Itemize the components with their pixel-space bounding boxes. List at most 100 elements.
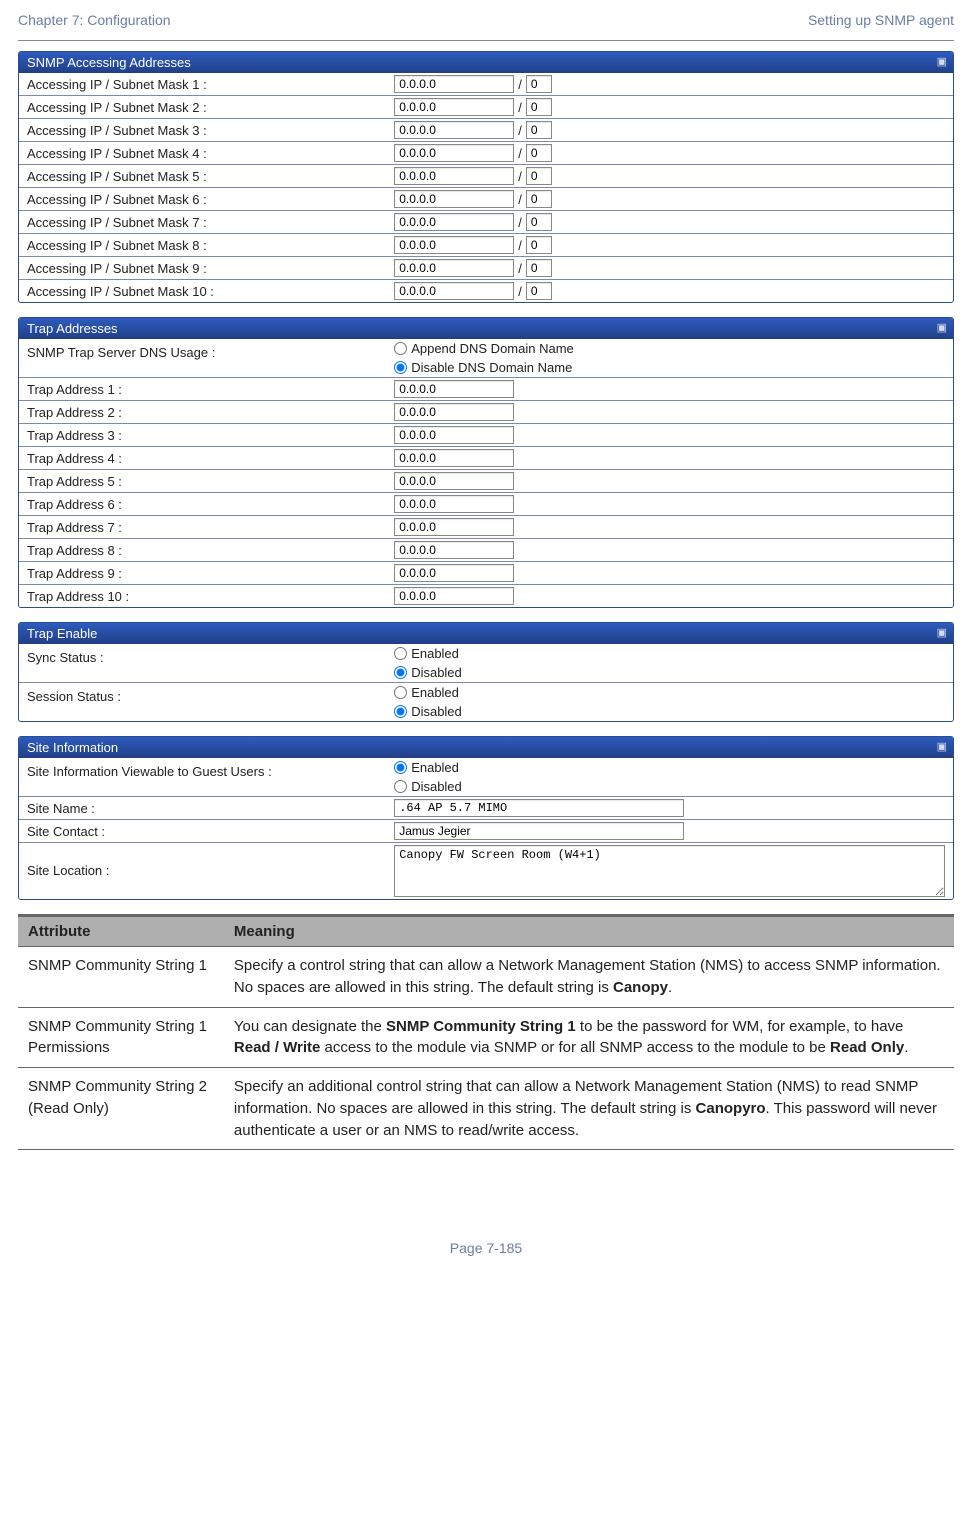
panel-title-snmp-accessing: SNMP Accessing Addresses ▣	[19, 52, 953, 73]
trap-address-input[interactable]	[394, 449, 514, 467]
accessing-ip-label: Accessing IP / Subnet Mask 1 :	[27, 77, 394, 92]
slash-separator: /	[518, 215, 522, 230]
dns-append-option[interactable]: Append DNS Domain Name	[394, 341, 574, 356]
trap-address-row: Trap Address 9 :	[19, 562, 953, 585]
trap-address-input[interactable]	[394, 587, 514, 605]
trap-address-label: Trap Address 6 :	[27, 497, 394, 512]
accessing-mask-input[interactable]	[526, 190, 552, 208]
site-viewable-enabled-radio[interactable]	[394, 761, 407, 774]
accessing-ip-input[interactable]	[394, 190, 514, 208]
trap-address-input[interactable]	[394, 380, 514, 398]
accessing-ip-row: Accessing IP / Subnet Mask 6 :/	[19, 188, 953, 211]
trap-address-rows: SNMP Trap Server DNS Usage : Append DNS …	[19, 339, 953, 607]
dns-append-radio[interactable]	[394, 342, 407, 355]
site-viewable-enabled-option[interactable]: Enabled	[394, 760, 459, 775]
dns-disable-radio[interactable]	[394, 361, 407, 374]
page-footer: Page 7-185	[18, 1240, 954, 1256]
accessing-mask-input[interactable]	[526, 144, 552, 162]
accessing-mask-input[interactable]	[526, 282, 552, 300]
sync-enabled-radio[interactable]	[394, 647, 407, 660]
session-disabled-radio[interactable]	[394, 705, 407, 718]
collapse-icon[interactable]: ▣	[937, 55, 947, 68]
accessing-ip-label: Accessing IP / Subnet Mask 10 :	[27, 284, 394, 299]
accessing-ip-row: Accessing IP / Subnet Mask 5 :/	[19, 165, 953, 188]
panel-snmp-accessing: SNMP Accessing Addresses ▣ Accessing IP …	[18, 51, 954, 303]
collapse-icon[interactable]: ▣	[937, 740, 947, 753]
site-location-input[interactable]: Canopy FW Screen Room (W4+1)	[394, 845, 945, 897]
accessing-ip-row: Accessing IP / Subnet Mask 4 :/	[19, 142, 953, 165]
accessing-mask-input[interactable]	[526, 259, 552, 277]
trap-address-label: Trap Address 4 :	[27, 451, 394, 466]
trap-address-label: Trap Address 5 :	[27, 474, 394, 489]
site-viewable-disabled-option[interactable]: Disabled	[394, 779, 462, 794]
accessing-ip-input[interactable]	[394, 75, 514, 93]
trap-address-input[interactable]	[394, 495, 514, 513]
accessing-ip-row: Accessing IP / Subnet Mask 7 :/	[19, 211, 953, 234]
trap-address-label: Trap Address 3 :	[27, 428, 394, 443]
accessing-mask-input[interactable]	[526, 75, 552, 93]
accessing-ip-label: Accessing IP / Subnet Mask 3 :	[27, 123, 394, 138]
accessing-ip-row: Accessing IP / Subnet Mask 2 : /	[19, 96, 953, 119]
accessing-ip-row: Accessing IP / Subnet Mask 1 :/	[19, 73, 953, 96]
trap-address-input[interactable]	[394, 564, 514, 582]
accessing-ip-input[interactable]	[394, 282, 514, 300]
site-contact-input[interactable]	[394, 822, 684, 840]
trap-address-row: Trap Address 3 :	[19, 424, 953, 447]
trap-address-input[interactable]	[394, 426, 514, 444]
meaning-header: Meaning	[224, 916, 954, 947]
collapse-icon[interactable]: ▣	[937, 626, 947, 639]
accessing-ip-input[interactable]	[394, 98, 514, 116]
accessing-ip-input[interactable]	[394, 259, 514, 277]
sync-status-label: Sync Status :	[27, 646, 394, 665]
collapse-icon[interactable]: ▣	[937, 321, 947, 334]
site-viewable-disabled-radio[interactable]	[394, 780, 407, 793]
attr-name: SNMP Community String 2 (Read Only)	[18, 1068, 224, 1150]
accessing-mask-input[interactable]	[526, 236, 552, 254]
accessing-ip-input[interactable]	[394, 121, 514, 139]
session-disabled-option[interactable]: Disabled	[394, 704, 462, 719]
site-location-label: Site Location :	[27, 845, 394, 878]
trap-address-input[interactable]	[394, 541, 514, 559]
slash-separator: /	[518, 261, 522, 276]
sync-disabled-option[interactable]: Disabled	[394, 665, 462, 680]
site-location-row: Site Location : Canopy FW Screen Room (W…	[19, 843, 953, 899]
snmp-accessing-rows: Accessing IP / Subnet Mask 1 :/Accessing…	[19, 73, 953, 302]
trap-address-label: Trap Address 8 :	[27, 543, 394, 558]
panel-trap-enable: Trap Enable ▣ Sync Status : Enabled Disa…	[18, 622, 954, 722]
trap-address-row: Trap Address 5 :	[19, 470, 953, 493]
accessing-ip-row: Accessing IP / Subnet Mask 8 :/	[19, 234, 953, 257]
accessing-ip-input[interactable]	[394, 213, 514, 231]
slash-separator: /	[518, 100, 522, 115]
sync-enabled-label: Enabled	[411, 646, 459, 661]
sync-disabled-radio[interactable]	[394, 666, 407, 679]
accessing-mask-input[interactable]	[526, 98, 552, 116]
site-name-input[interactable]	[394, 799, 684, 817]
trap-address-input[interactable]	[394, 472, 514, 490]
accessing-ip-input[interactable]	[394, 167, 514, 185]
attr-meaning: Specify an additional control string tha…	[224, 1068, 954, 1150]
accessing-mask-input[interactable]	[526, 213, 552, 231]
accessing-ip-label: Accessing IP / Subnet Mask 2 :	[27, 100, 394, 115]
sync-disabled-label: Disabled	[411, 665, 462, 680]
slash-separator: /	[518, 146, 522, 161]
accessing-ip-input[interactable]	[394, 144, 514, 162]
session-disabled-label: Disabled	[411, 704, 462, 719]
accessing-ip-row: Accessing IP / Subnet Mask 3 :/	[19, 119, 953, 142]
session-enabled-option[interactable]: Enabled	[394, 685, 459, 700]
trap-address-input[interactable]	[394, 518, 514, 536]
page-header: Chapter 7: Configuration Setting up SNMP…	[18, 8, 954, 40]
dns-disable-option[interactable]: Disable DNS Domain Name	[394, 360, 572, 375]
accessing-ip-input[interactable]	[394, 236, 514, 254]
trap-address-input[interactable]	[394, 403, 514, 421]
accessing-mask-input[interactable]	[526, 167, 552, 185]
session-enabled-radio[interactable]	[394, 686, 407, 699]
attribute-table: Attribute Meaning SNMP Community String …	[18, 914, 954, 1150]
accessing-mask-input[interactable]	[526, 121, 552, 139]
panel-title-trap-addresses: Trap Addresses ▣	[19, 318, 953, 339]
sync-enabled-option[interactable]: Enabled	[394, 646, 459, 661]
site-viewable-row: Site Information Viewable to Guest Users…	[19, 758, 953, 797]
trap-address-row: Trap Address 1 :	[19, 378, 953, 401]
slash-separator: /	[518, 238, 522, 253]
site-viewable-enabled-label: Enabled	[411, 760, 459, 775]
sync-status-row: Sync Status : Enabled Disabled	[19, 644, 953, 683]
